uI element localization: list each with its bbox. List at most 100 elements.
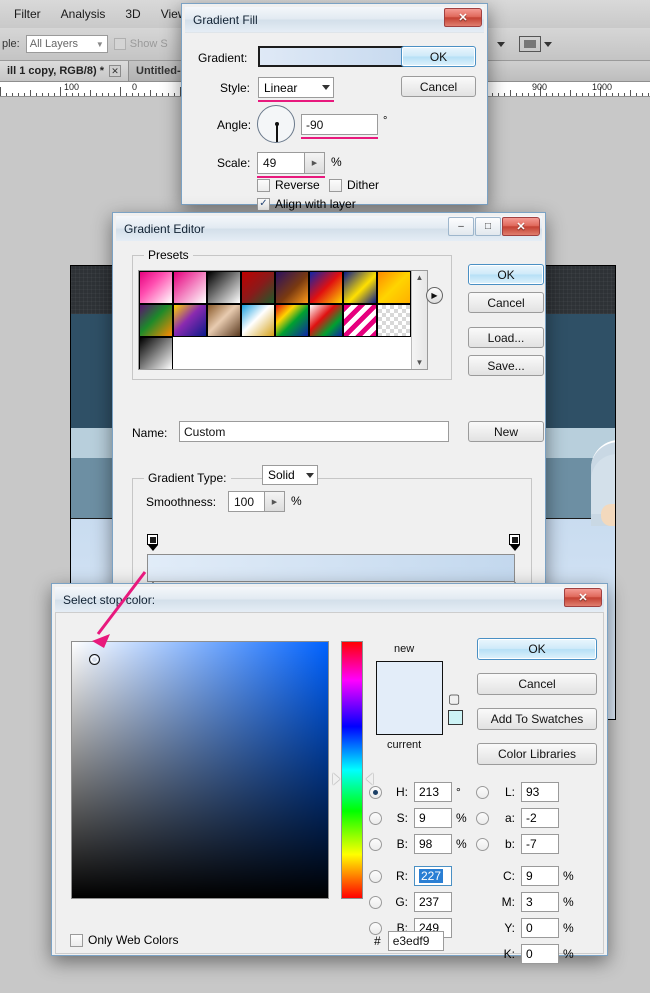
gradient-editor-ok-button[interactable]: OK bbox=[468, 264, 544, 285]
gradient-preset-swatch[interactable] bbox=[207, 304, 241, 337]
maximize-button[interactable]: □ bbox=[475, 217, 501, 236]
color-libraries-button[interactable]: Color Libraries bbox=[477, 743, 597, 765]
select-stop-color-titlebar[interactable]: Select stop color: ✕ bbox=[55, 587, 604, 612]
color-mode-radio[interactable] bbox=[369, 896, 382, 909]
dither-checkbox[interactable]: Dither bbox=[329, 178, 379, 192]
color-value-input[interactable]: 0 bbox=[521, 918, 559, 938]
gradient-preset-swatch[interactable] bbox=[377, 271, 411, 304]
gradient-preset-swatch[interactable] bbox=[309, 271, 343, 304]
color-mode-radio[interactable] bbox=[369, 812, 382, 825]
scale-stepper-button[interactable]: ▶ bbox=[304, 153, 324, 173]
gradient-preset-swatch[interactable] bbox=[139, 337, 173, 370]
gradient-preset-swatch[interactable] bbox=[207, 271, 241, 304]
gradient-preset-swatch[interactable] bbox=[309, 304, 343, 337]
menu-item-3d[interactable]: 3D bbox=[115, 7, 150, 21]
gradient-preset-swatch[interactable] bbox=[377, 304, 411, 337]
gradient-preset-swatch[interactable] bbox=[173, 304, 207, 337]
presets-menu-icon[interactable]: ▶ bbox=[426, 287, 443, 304]
reverse-checkbox[interactable]: Reverse bbox=[257, 178, 320, 192]
gradient-preset-swatch[interactable] bbox=[343, 304, 377, 337]
select-stop-color-dialog[interactable]: Select stop color: ✕ new current ▢ OK Ca… bbox=[51, 583, 608, 956]
color-value-input[interactable]: 213 bbox=[414, 782, 452, 802]
gradient-preset-swatch[interactable] bbox=[173, 271, 207, 304]
show-sample-checkbox[interactable]: Show S bbox=[114, 38, 168, 50]
color-picker-ok-button[interactable]: OK bbox=[477, 638, 597, 660]
scroll-down-icon[interactable]: ▼ bbox=[416, 358, 424, 367]
document-tab-untitled[interactable]: Untitled- bbox=[129, 61, 189, 81]
out-of-gamut-warning-icon[interactable]: ▢ bbox=[448, 691, 463, 706]
close-button[interactable]: ✕ bbox=[564, 588, 602, 607]
gradient-preset-swatch[interactable] bbox=[275, 304, 309, 337]
color-mode-radio[interactable] bbox=[369, 870, 382, 883]
color-value-input[interactable]: 0 bbox=[521, 944, 559, 964]
color-value-input[interactable]: 227 bbox=[414, 866, 452, 886]
close-icon[interactable]: ✕ bbox=[109, 65, 121, 77]
opacity-stop-right[interactable] bbox=[509, 534, 520, 551]
gradient-fill-dialog[interactable]: Gradient Fill ✕ Gradient: Style: Linear … bbox=[181, 3, 488, 205]
gradient-editor-cancel-button[interactable]: Cancel bbox=[468, 292, 544, 313]
gradient-preset-swatch[interactable] bbox=[139, 304, 173, 337]
chevron-down-icon[interactable] bbox=[497, 42, 505, 47]
gradient-fill-cancel-button[interactable]: Cancel bbox=[401, 76, 476, 97]
new-current-color-swatch[interactable] bbox=[376, 661, 443, 735]
screen-mode-button[interactable] bbox=[519, 36, 552, 52]
presets-scrollbar[interactable]: ▲ ▼ bbox=[411, 271, 427, 369]
gradient-editor-save-button[interactable]: Save... bbox=[468, 355, 544, 376]
color-value-input[interactable]: -7 bbox=[521, 834, 559, 854]
new-gradient-button[interactable]: New bbox=[468, 421, 544, 442]
gradient-editor-dialog[interactable]: Gradient Editor – □ ✕ Presets ▲ ▼ ▶ OK C… bbox=[112, 212, 546, 594]
out-of-gamut-swatch[interactable] bbox=[448, 710, 463, 725]
gradient-preset-swatch[interactable] bbox=[139, 271, 173, 304]
gradient-preview-bar[interactable] bbox=[147, 554, 515, 582]
gradient-editor-load-button[interactable]: Load... bbox=[468, 327, 544, 348]
menu-item-filter[interactable]: Filter bbox=[4, 7, 51, 21]
scroll-up-icon[interactable]: ▲ bbox=[416, 273, 424, 282]
smoothness-stepper-button[interactable]: ▶ bbox=[264, 492, 284, 511]
opacity-stop-left[interactable] bbox=[147, 534, 158, 551]
gradient-preset-swatch[interactable] bbox=[343, 271, 377, 304]
gradient-fill-ok-button[interactable]: OK bbox=[401, 46, 476, 67]
angle-dial[interactable] bbox=[257, 105, 295, 143]
close-button[interactable]: ✕ bbox=[444, 8, 482, 27]
document-tab-active[interactable]: ill 1 copy, RGB/8) * ✕ bbox=[0, 61, 129, 81]
color-mode-radio[interactable] bbox=[476, 812, 489, 825]
close-button[interactable]: ✕ bbox=[502, 217, 540, 236]
color-value-input[interactable]: 3 bbox=[521, 892, 559, 912]
color-picker-cancel-button[interactable]: Cancel bbox=[477, 673, 597, 695]
gradient-type-dropdown[interactable]: Solid bbox=[262, 465, 318, 485]
smoothness-input[interactable]: 100 ▶ bbox=[228, 491, 285, 512]
gradient-preset-swatch[interactable] bbox=[241, 304, 275, 337]
minimize-button[interactable]: – bbox=[448, 217, 474, 236]
presets-list[interactable]: ▲ ▼ bbox=[138, 270, 428, 370]
color-value-input[interactable]: 98 bbox=[414, 834, 452, 854]
saturation-brightness-field[interactable] bbox=[71, 641, 329, 899]
gradient-preset-swatch[interactable] bbox=[275, 271, 309, 304]
scale-input[interactable]: 49 ▶ bbox=[257, 152, 325, 174]
color-mode-radio[interactable] bbox=[476, 838, 489, 851]
only-web-colors-checkbox[interactable]: Only Web Colors bbox=[70, 933, 178, 947]
color-value-input[interactable]: 237 bbox=[414, 892, 452, 912]
preset-swatch-grid[interactable] bbox=[139, 271, 411, 369]
angle-input[interactable]: -90 bbox=[301, 114, 378, 135]
sample-layers-dropdown[interactable]: All Layers ▼ bbox=[26, 35, 108, 53]
add-to-swatches-button[interactable]: Add To Swatches bbox=[477, 708, 597, 730]
color-mode-radio[interactable] bbox=[369, 838, 382, 851]
gradient-editor-titlebar[interactable]: Gradient Editor – □ ✕ bbox=[116, 216, 542, 241]
gradient-preview-swatch[interactable] bbox=[258, 46, 416, 67]
hex-input[interactable]: e3edf9 bbox=[388, 931, 444, 951]
menu-item-analysis[interactable]: Analysis bbox=[51, 7, 116, 21]
color-value-input[interactable]: 93 bbox=[521, 782, 559, 802]
style-dropdown[interactable]: Linear bbox=[258, 77, 334, 98]
color-value-input[interactable]: 9 bbox=[414, 808, 452, 828]
hue-slider-marker-left[interactable] bbox=[333, 773, 340, 785]
color-mode-radio[interactable] bbox=[476, 786, 489, 799]
color-mode-radio[interactable] bbox=[369, 786, 382, 799]
gradient-preset-swatch[interactable] bbox=[241, 271, 275, 304]
gradient-name-input[interactable]: Custom bbox=[179, 421, 449, 442]
gradient-fill-titlebar[interactable]: Gradient Fill ✕ bbox=[185, 7, 484, 32]
align-with-layer-checkbox[interactable]: ✓ Align with layer bbox=[257, 197, 356, 211]
color-value-input[interactable]: 9 bbox=[521, 866, 559, 886]
color-value-input[interactable]: -2 bbox=[521, 808, 559, 828]
color-field-cursor[interactable] bbox=[89, 654, 100, 665]
hue-slider[interactable] bbox=[341, 641, 363, 899]
